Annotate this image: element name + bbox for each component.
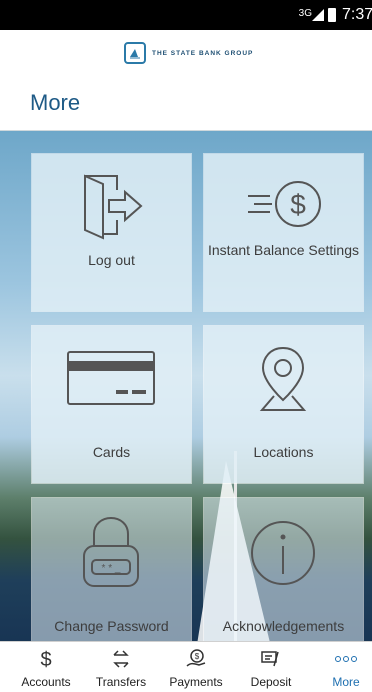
page-title: More bbox=[30, 90, 81, 115]
tab-deposit[interactable]: Deposit bbox=[240, 642, 302, 692]
payment-hand-icon: $ bbox=[165, 648, 227, 675]
tab-transfers-label: Transfers bbox=[95, 675, 147, 689]
acknowledgements-label: Acknowledgements bbox=[222, 618, 345, 634]
instant-balance-settings-tile[interactable]: $ Instant Balance Settings bbox=[204, 154, 363, 311]
locations-tile[interactable]: Locations bbox=[204, 326, 363, 483]
instant-balance-settings-label: Instant Balance Settings bbox=[208, 242, 359, 258]
tab-deposit-label: Deposit bbox=[250, 675, 292, 689]
log-out-icon bbox=[84, 174, 143, 240]
cards-tile[interactable]: Cards bbox=[32, 326, 191, 483]
bank-name: THE STATE BANK GROUP bbox=[152, 49, 254, 57]
signal-icon bbox=[312, 9, 324, 21]
battery-icon bbox=[328, 8, 336, 22]
dollar-icon: $ bbox=[15, 648, 77, 675]
bottom-tab-bar: $ Accounts Transfers $ Payments Deposit … bbox=[0, 641, 372, 692]
tab-payments-label: Payments bbox=[169, 675, 223, 689]
header: THE STATE BANK GROUP More bbox=[0, 30, 372, 131]
bank-logo: THE STATE BANK GROUP bbox=[124, 42, 253, 64]
clock: 7:37 bbox=[342, 6, 372, 23]
tab-transfers[interactable]: Transfers bbox=[90, 642, 152, 692]
transfer-arrows-icon bbox=[90, 648, 152, 675]
status-bar: 3G 7:37 bbox=[0, 0, 372, 30]
svg-text:$: $ bbox=[195, 652, 200, 661]
tab-payments[interactable]: $ Payments bbox=[165, 642, 227, 692]
location-pin-icon bbox=[259, 346, 307, 411]
padlock-icon: * * _ bbox=[83, 516, 139, 587]
info-icon bbox=[251, 521, 315, 585]
tab-more-label: More bbox=[332, 675, 360, 689]
more-dots-icon bbox=[315, 648, 372, 675]
bank-logo-icon bbox=[124, 42, 146, 64]
tab-more[interactable]: More bbox=[315, 642, 372, 692]
svg-text:$: $ bbox=[290, 189, 306, 220]
dollar-coin-icon: $ bbox=[248, 181, 321, 227]
credit-card-icon bbox=[67, 351, 155, 405]
log-out-tile[interactable]: Log out bbox=[32, 154, 191, 311]
cards-label: Cards bbox=[92, 444, 131, 460]
log-out-label: Log out bbox=[88, 252, 135, 268]
tab-accounts-label: Accounts bbox=[21, 675, 71, 689]
change-password-tile[interactable]: * * _ Change Password bbox=[32, 498, 191, 641]
svg-text:* * _: * * _ bbox=[102, 563, 121, 574]
network-type: 3G bbox=[298, 8, 312, 19]
change-password-label: Change Password bbox=[54, 618, 169, 634]
check-deposit-icon bbox=[240, 648, 302, 675]
svg-text:$: $ bbox=[40, 649, 51, 670]
locations-label: Locations bbox=[253, 444, 314, 460]
acknowledgements-tile[interactable]: Acknowledgements bbox=[204, 498, 363, 641]
menu-grid: Log out $ Instant Balance Settings Cards bbox=[0, 131, 372, 641]
tab-accounts[interactable]: $ Accounts bbox=[15, 642, 77, 692]
